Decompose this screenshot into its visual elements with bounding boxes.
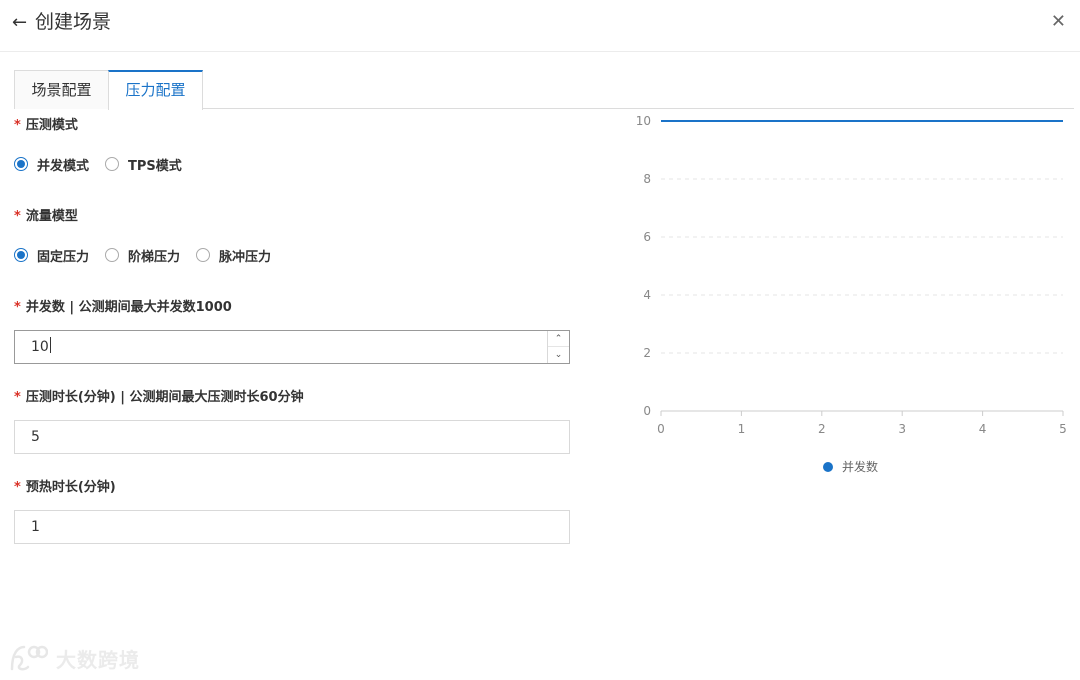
required-mark: *	[14, 209, 21, 224]
text-caret	[49, 337, 51, 353]
radio-dot	[14, 248, 28, 262]
tab-pressure-config[interactable]: 压力配置	[108, 70, 203, 110]
warmup-label: * 预热时长(分钟)	[14, 480, 116, 495]
y-tick-label: 10	[636, 114, 651, 128]
watermark-text: 大数跨境	[56, 647, 140, 672]
traffic-model-label: * 流量模型	[14, 209, 78, 224]
radio-dot	[196, 248, 210, 262]
duration-value: 5	[31, 429, 40, 445]
y-tick-label: 4	[643, 288, 651, 302]
radio-pulse-pressure[interactable]: 脉冲压力	[196, 246, 272, 265]
concurrency-value: 10	[31, 339, 49, 355]
radio-label: 脉冲压力	[219, 249, 272, 265]
x-tick-label: 0	[657, 422, 665, 436]
duration-input[interactable]: 5	[14, 420, 570, 454]
required-mark: *	[14, 118, 21, 133]
radio-fixed-pressure[interactable]: 固定压力	[14, 246, 90, 265]
y-tick-label: 2	[643, 346, 651, 360]
watermark: 大数跨境	[8, 640, 140, 676]
close-icon[interactable]: ✕	[1051, 12, 1066, 32]
chevron-down-icon[interactable]: ⌄	[548, 347, 569, 363]
x-tick-label: 4	[979, 422, 987, 436]
concurrency-chart: 0 2 4 6 8 10 0 1 2 3 4 5 并发数	[636, 114, 1067, 474]
required-mark: *	[14, 300, 21, 315]
x-tick-label: 2	[818, 422, 826, 436]
pressure-mode-label: * 压测模式	[14, 118, 78, 133]
required-mark: *	[14, 390, 21, 405]
warmup-value: 1	[31, 519, 40, 535]
x-tick-label: 3	[898, 422, 906, 436]
x-tick-label: 5	[1059, 422, 1067, 436]
concurrency-input[interactable]: 10 ⌃ ⌄	[14, 330, 570, 364]
back-arrow-icon[interactable]: ←	[12, 13, 27, 33]
y-tick-label: 8	[643, 172, 651, 186]
required-mark: *	[14, 480, 21, 495]
legend-marker	[823, 462, 833, 472]
radio-label: TPS模式	[128, 158, 182, 174]
radio-dot	[105, 157, 119, 171]
y-tick-label: 0	[643, 404, 651, 418]
chevron-up-icon[interactable]: ⌃	[548, 331, 569, 347]
concurrency-label: * 并发数 | 公测期间最大并发数1000	[14, 300, 232, 315]
x-tick-label: 1	[738, 422, 746, 436]
y-tick-label: 6	[643, 230, 651, 244]
radio-label: 并发模式	[37, 158, 90, 174]
warmup-input[interactable]: 1	[14, 510, 570, 544]
radio-label: 固定压力	[37, 249, 90, 265]
radio-label: 阶梯压力	[128, 249, 181, 265]
legend-label: 并发数	[842, 459, 878, 474]
tab-scene-config[interactable]: 场景配置	[14, 70, 109, 109]
radio-concurrency-mode[interactable]: 并发模式	[14, 155, 90, 174]
dialog-header: ← 创建场景 ✕	[0, 0, 1080, 52]
radio-dot	[105, 248, 119, 262]
duration-label: * 压测时长(分钟) | 公测期间最大压测时长60分钟	[14, 390, 304, 405]
radio-dot	[14, 157, 28, 171]
radio-step-pressure[interactable]: 阶梯压力	[105, 246, 181, 265]
watermark-logo-icon	[10, 645, 48, 671]
page-title: 创建场景	[35, 11, 112, 33]
radio-tps-mode[interactable]: TPS模式	[105, 155, 182, 174]
number-stepper: ⌃ ⌄	[547, 331, 569, 363]
